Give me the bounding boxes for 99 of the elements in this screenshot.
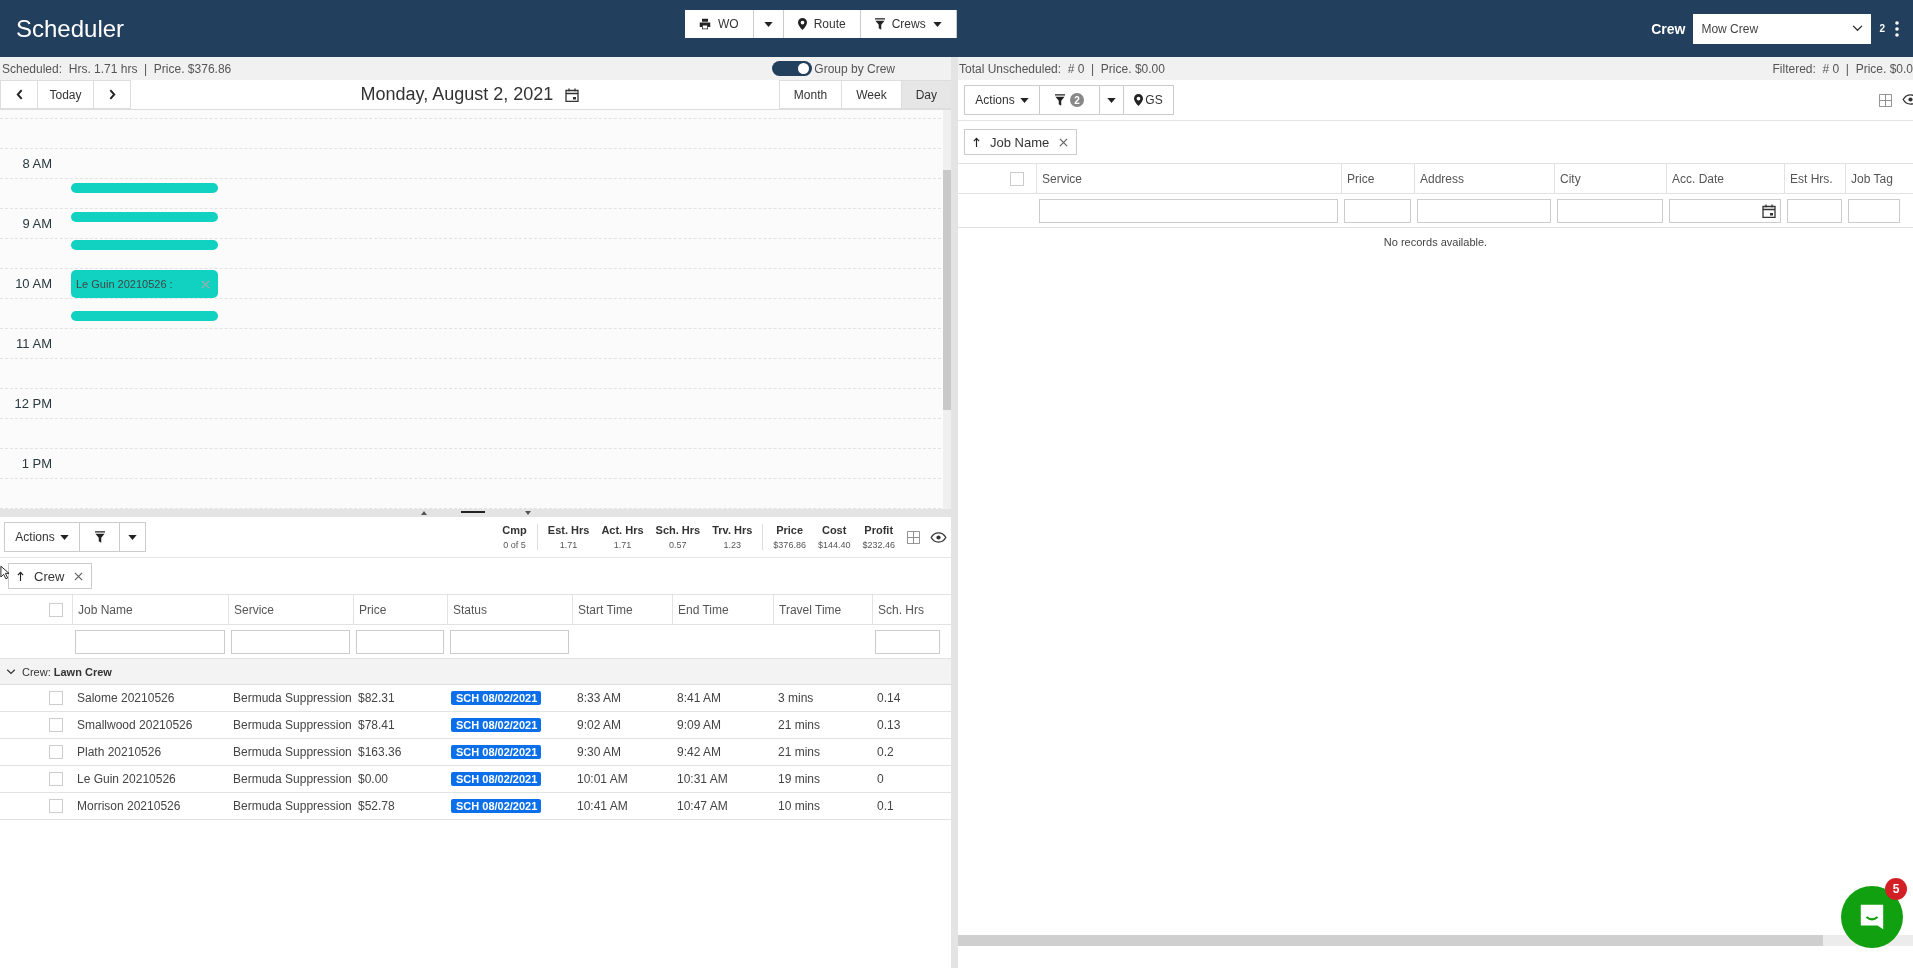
filter-button[interactable]: 2 xyxy=(1040,85,1100,115)
table-cell-text: 9:02 AM xyxy=(576,718,623,732)
crew-count: 2 xyxy=(1879,23,1885,34)
stat-value: $376.86 xyxy=(773,540,806,550)
table-cell-text: $82.31 xyxy=(357,691,396,705)
stat-label: Profit xyxy=(864,524,894,536)
table-cell-text: Bermuda Suppression xyxy=(232,772,353,786)
stat-label: Price xyxy=(776,524,804,536)
table-cell-text: 21 mins xyxy=(777,718,822,732)
table-cell-text: Bermuda Suppression xyxy=(232,718,353,732)
table-cell-text: 0 xyxy=(876,772,885,786)
table-cell-text: 8:33 AM xyxy=(576,691,623,705)
stat-value: 1.71 xyxy=(559,540,578,550)
table-cell-text: 21 mins xyxy=(777,745,822,759)
crew-select[interactable]: Mow Crew xyxy=(1693,13,1872,44)
stat-value: 0.57 xyxy=(669,540,687,550)
toggle-label: Group by Crew xyxy=(814,61,895,76)
table-cell-text: 10:01 AM xyxy=(576,772,629,786)
table-cell-text: 8:41 AM xyxy=(676,691,723,705)
actions-button[interactable]: Actions xyxy=(964,85,1040,115)
table-cell-text: 10:47 AM xyxy=(676,799,729,813)
status-badge: SCH 08/02/2021 xyxy=(451,718,542,732)
column-header[interactable]: Price xyxy=(353,595,447,624)
table-cell-text: 9:30 AM xyxy=(576,745,623,759)
group-label: Crew: Lawn Crew xyxy=(22,665,113,678)
stat-label: Trv. Hrs xyxy=(712,524,753,536)
table-cell-text: Plath 20210526 xyxy=(76,745,163,759)
hour-label: 10 AM xyxy=(14,276,52,291)
column-header[interactable]: Travel Time xyxy=(773,595,872,624)
stat-value: 0 of 5 xyxy=(503,540,526,550)
column-header[interactable]: Job Tag xyxy=(1845,164,1903,193)
sort-chip[interactable]: Crew xyxy=(8,563,93,589)
hour-label: 1 PM xyxy=(20,456,52,471)
table-cell-text: 10:31 AM xyxy=(676,772,729,786)
column-header[interactable]: Start Time xyxy=(572,595,672,624)
actions-button[interactable]: Actions xyxy=(4,522,80,552)
table-cell-text: 10:41 AM xyxy=(576,799,629,813)
column-header[interactable]: Est Hrs. xyxy=(1784,164,1845,193)
table-cell-text: 0.13 xyxy=(876,718,902,732)
table-cell-text: $52.78 xyxy=(357,799,396,813)
table-cell-text: 10 mins xyxy=(777,799,822,813)
scheduled-summary: Scheduled: Hrs. 1.71 hrs | Price. $376.86 xyxy=(2,61,232,76)
today-button[interactable]: Today xyxy=(37,80,93,109)
stat-value: $232.46 xyxy=(862,540,895,550)
event-block[interactable]: Le Guin 20210526 : xyxy=(71,270,218,298)
hour-label: 12 PM xyxy=(13,396,52,411)
status-badge: SCH 08/02/2021 xyxy=(451,799,542,813)
column-header[interactable]: Status xyxy=(447,595,572,624)
view-tab[interactable]: Month xyxy=(778,80,842,109)
table-cell-text: Bermuda Suppression xyxy=(232,745,353,759)
table-cell-text: 0.1 xyxy=(876,799,895,813)
table-cell-text: Bermuda Suppression xyxy=(232,799,353,813)
gs-button[interactable]: GS xyxy=(1124,85,1174,115)
column-header[interactable]: Address xyxy=(1414,164,1554,193)
empty-message: No records available. xyxy=(1382,235,1489,248)
date-title: Monday, August 2, 2021 xyxy=(360,84,554,105)
app-title: Scheduler xyxy=(16,14,125,43)
column-header[interactable]: Job Name xyxy=(72,595,228,624)
view-tab[interactable]: Day xyxy=(900,80,951,109)
status-badge: SCH 08/02/2021 xyxy=(451,745,542,759)
stat-value: 1.23 xyxy=(723,540,742,550)
table-cell-text: Bermuda Suppression xyxy=(232,691,353,705)
column-header[interactable]: Acc. Date xyxy=(1666,164,1784,193)
hour-label: 8 AM xyxy=(21,156,52,171)
table-cell-text: 9:42 AM xyxy=(676,745,723,759)
column-header[interactable]: City xyxy=(1554,164,1666,193)
table-cell-text: Le Guin 20210526 xyxy=(76,772,177,786)
column-header[interactable]: Service xyxy=(1036,164,1341,193)
table-cell-text: 0.14 xyxy=(876,691,902,705)
table-cell-text: $0.00 xyxy=(357,772,390,786)
table-cell-text: 9:09 AM xyxy=(676,718,723,732)
table-cell-text: $163.36 xyxy=(357,745,403,759)
table-cell-text: Morrison 20210526 xyxy=(76,799,182,813)
stat-label: Act. Hrs xyxy=(601,524,644,536)
column-header[interactable]: Price xyxy=(1341,164,1414,193)
filtered-summary: Filtered: # 0 | Price. $0.0 xyxy=(1772,61,1913,76)
stat-label: Cost xyxy=(821,524,847,536)
hour-label: 9 AM xyxy=(21,216,52,231)
stat-label: Sch. Hrs xyxy=(655,524,701,536)
hour-label: 11 AM xyxy=(15,336,52,351)
table-cell-text: 19 mins xyxy=(777,772,822,786)
table-cell-text: Salome 20210526 xyxy=(76,691,176,705)
crew-label: Crew xyxy=(1651,20,1686,37)
column-header[interactable]: Sch. Hrs xyxy=(872,595,943,624)
table-cell-text: $78.41 xyxy=(357,718,396,732)
column-header[interactable]: Service xyxy=(228,595,353,624)
stat-value: 1.71 xyxy=(613,540,632,550)
unscheduled-summary: Total Unscheduled: # 0 | Price. $0.00 xyxy=(959,61,1165,76)
sort-chip[interactable]: Job Name xyxy=(964,129,1078,155)
view-tab[interactable]: Week xyxy=(841,80,901,109)
table-cell-text: Smallwood 20210526 xyxy=(76,718,194,732)
status-badge: SCH 08/02/2021 xyxy=(451,772,542,786)
stat-label: Cmp xyxy=(502,524,527,536)
column-header[interactable]: End Time xyxy=(672,595,773,624)
status-badge: SCH 08/02/2021 xyxy=(451,691,542,705)
stat-value: $144.40 xyxy=(817,540,851,550)
stat-label: Est. Hrs xyxy=(547,524,590,536)
table-cell-text: 0.2 xyxy=(876,745,895,759)
table-cell-text: 3 mins xyxy=(777,691,815,705)
